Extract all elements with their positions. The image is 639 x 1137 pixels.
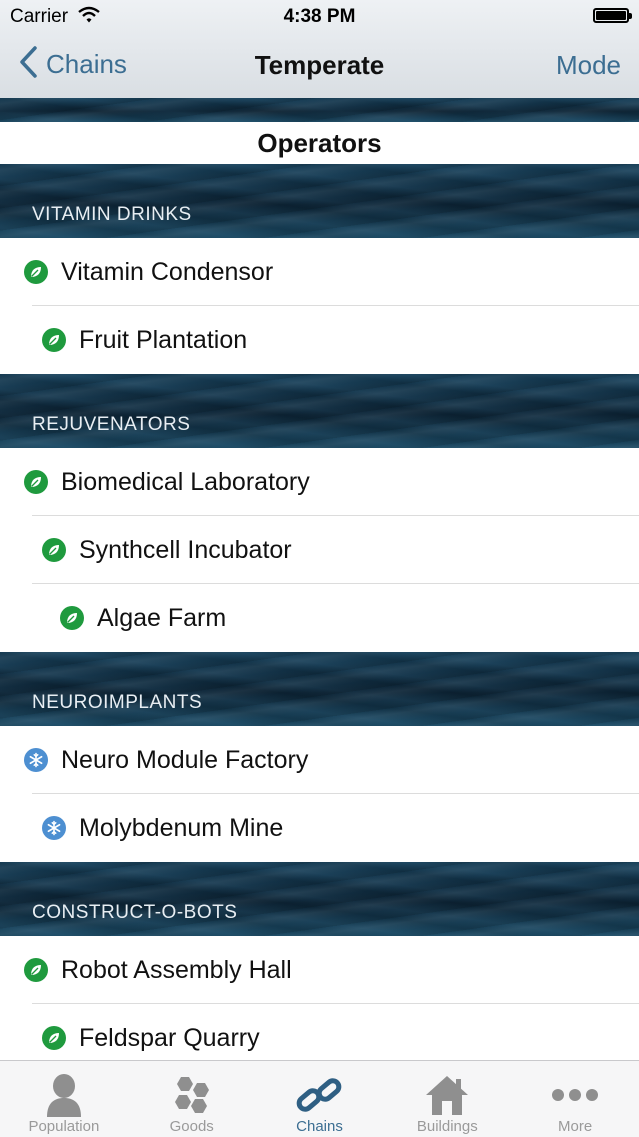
chains-list[interactable]: Operators VITAMIN DRINKS Vitamin Condenso… bbox=[0, 98, 639, 1060]
house-icon bbox=[424, 1072, 470, 1118]
list-item[interactable]: Feldspar Quarry bbox=[0, 1004, 639, 1060]
tab-population[interactable]: Population bbox=[0, 1061, 128, 1137]
list-item[interactable]: Algae Farm bbox=[0, 584, 639, 652]
list-item-label: Biomedical Laboratory bbox=[61, 467, 310, 496]
tab-chains[interactable]: Chains bbox=[256, 1061, 384, 1137]
tab-label: Chains bbox=[296, 1118, 343, 1135]
leaf-icon bbox=[42, 1026, 66, 1050]
sections-container: VITAMIN DRINKS Vitamin Condensor Fruit Pla… bbox=[0, 164, 639, 1060]
operators-title: Operators bbox=[0, 122, 639, 164]
page-title: Temperate bbox=[254, 50, 385, 80]
section-header: REJUVENATORS bbox=[0, 374, 639, 448]
list-item[interactable]: Vitamin Condensor bbox=[0, 238, 639, 306]
snowflake-icon bbox=[42, 816, 66, 840]
section-header-label: VITAMIN DRINKS bbox=[32, 204, 192, 225]
leaf-icon bbox=[60, 606, 84, 630]
list-item-label: Fruit Plantation bbox=[79, 325, 248, 354]
list-item-label: Vitamin Condensor bbox=[61, 257, 274, 286]
tab-label: Goods bbox=[169, 1118, 214, 1135]
mode-button[interactable]: Mode bbox=[556, 50, 621, 81]
list-item-label: Robot Assembly Hall bbox=[61, 955, 292, 984]
snowflake-icon bbox=[24, 748, 48, 772]
list-item-label: Feldspar Quarry bbox=[79, 1023, 260, 1052]
more-dots-icon bbox=[551, 1072, 599, 1118]
leaf-icon bbox=[24, 958, 48, 982]
tab-more[interactable]: More bbox=[511, 1061, 639, 1137]
tab-label: Population bbox=[28, 1118, 100, 1135]
navigation-header: Carrier 4:38 PM Chains Temperate Mode bbox=[0, 0, 639, 98]
list-item[interactable]: Robot Assembly Hall bbox=[0, 936, 639, 1004]
list-item-label: Molybdenum Mine bbox=[79, 813, 284, 842]
section-header: NEUROIMPLANTS bbox=[0, 652, 639, 726]
ocean-background bbox=[0, 98, 639, 122]
leaf-icon bbox=[42, 538, 66, 562]
chain-link-icon bbox=[294, 1072, 344, 1118]
list-item-label: Algae Farm bbox=[97, 603, 227, 632]
section-header-label: NEUROIMPLANTS bbox=[32, 692, 203, 713]
leaf-icon bbox=[24, 470, 48, 494]
tab-goods[interactable]: Goods bbox=[128, 1061, 256, 1137]
leaf-icon bbox=[24, 260, 48, 284]
leaf-icon bbox=[42, 328, 66, 352]
list-item[interactable]: Molybdenum Mine bbox=[0, 794, 639, 862]
list-item[interactable]: Biomedical Laboratory bbox=[0, 448, 639, 516]
list-item[interactable]: Neuro Module Factory bbox=[0, 726, 639, 794]
list-item-label: Synthcell Incubator bbox=[79, 535, 292, 564]
tab-label: More bbox=[557, 1118, 593, 1135]
section-header: VITAMIN DRINKS bbox=[0, 164, 639, 238]
battery-icon bbox=[593, 8, 632, 23]
tab-buildings[interactable]: Buildings bbox=[383, 1061, 511, 1137]
hexagons-icon bbox=[169, 1072, 215, 1118]
list-item-label: Neuro Module Factory bbox=[61, 745, 309, 774]
section-header-label: CONSTRUCT-O-BOTS bbox=[32, 902, 238, 923]
list-item[interactable]: Synthcell Incubator bbox=[0, 516, 639, 584]
tab-bar: Population Goods Chains Buildings More bbox=[0, 1060, 639, 1137]
section-header: CONSTRUCT-O-BOTS bbox=[0, 862, 639, 936]
tab-label: Buildings bbox=[416, 1118, 478, 1135]
list-item[interactable]: Fruit Plantation bbox=[0, 306, 639, 374]
person-icon bbox=[44, 1072, 84, 1118]
section-header-label: REJUVENATORS bbox=[32, 414, 191, 435]
status-time: 4:38 PM bbox=[283, 6, 356, 27]
